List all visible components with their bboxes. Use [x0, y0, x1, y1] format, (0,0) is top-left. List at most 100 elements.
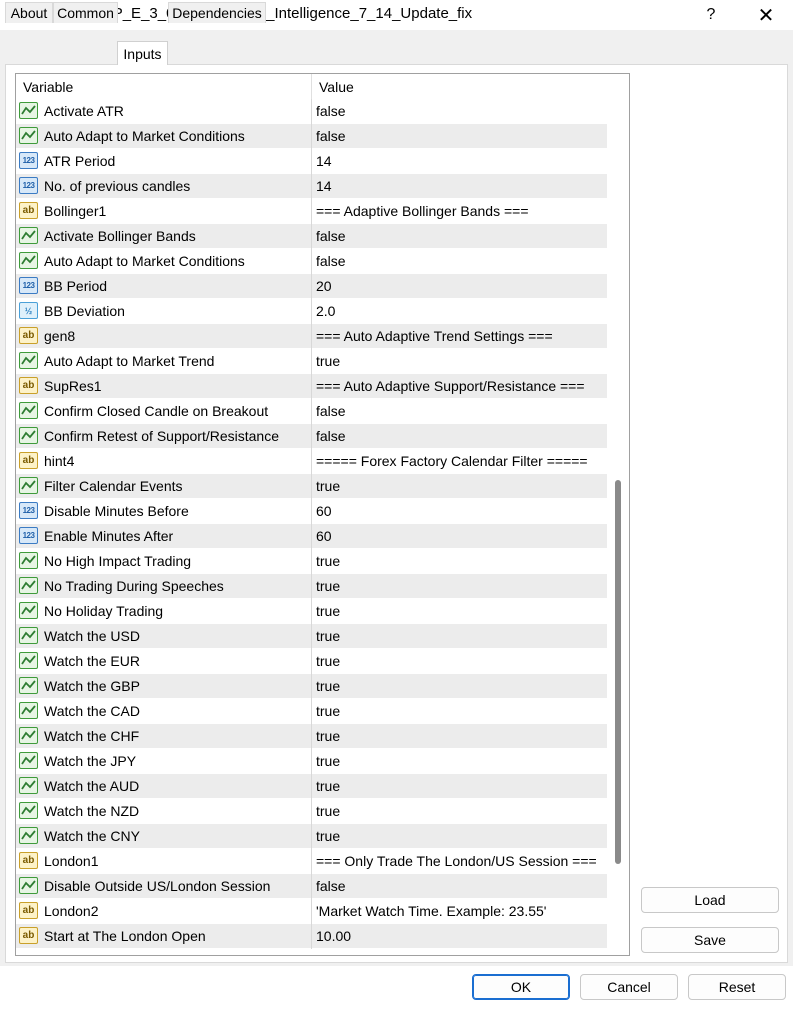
- integer-icon: 123: [19, 152, 38, 169]
- value-cell[interactable]: 60: [316, 499, 606, 523]
- value-cell[interactable]: false: [316, 874, 606, 898]
- table-row[interactable]: 123 Enable Minutes After 60: [16, 524, 608, 549]
- column-divider: [311, 574, 312, 599]
- table-row[interactable]: 123 No. of previous candles 14: [16, 174, 608, 199]
- table-row[interactable]: Watch the NZD true: [16, 799, 608, 824]
- value-cell[interactable]: false: [316, 224, 606, 248]
- table-row[interactable]: Watch the JPY true: [16, 749, 608, 774]
- value-cell[interactable]: 'Market Watch Time. Example: 23.55': [316, 899, 606, 923]
- table-row[interactable]: ab London2 'Market Watch Time. Example: 23…: [16, 899, 608, 924]
- value-cell[interactable]: === Auto Adaptive Trend Settings ===: [316, 324, 606, 348]
- reset-button[interactable]: Reset: [688, 974, 786, 1000]
- column-divider: [311, 699, 312, 724]
- value-cell[interactable]: 20: [316, 274, 606, 298]
- table-row[interactable]: 123 ATR Period 14: [16, 149, 608, 174]
- variable-cell: Watch the AUD: [44, 778, 140, 794]
- value-column-header[interactable]: Value: [312, 74, 608, 99]
- value-cell[interactable]: false: [316, 99, 606, 123]
- variable-cell: Activate ATR: [44, 103, 124, 119]
- value-cell[interactable]: true: [316, 349, 606, 373]
- table-row[interactable]: ab Start at The London Open 10.00: [16, 924, 608, 949]
- value-cell[interactable]: true: [316, 674, 606, 698]
- value-cell[interactable]: 2.0: [316, 299, 606, 323]
- column-divider: [311, 349, 312, 374]
- variable-cell: Watch the NZD: [44, 803, 140, 819]
- cancel-button[interactable]: Cancel: [580, 974, 678, 1000]
- value-cell[interactable]: true: [316, 699, 606, 723]
- value-cell[interactable]: true: [316, 824, 606, 848]
- table-row[interactable]: Watch the EUR true: [16, 649, 608, 674]
- variable-column-header[interactable]: Variable: [16, 74, 312, 99]
- table-row[interactable]: Watch the AUD true: [16, 774, 608, 799]
- value-cell[interactable]: === Only Trade The London/US Session ===: [316, 849, 606, 873]
- variable-cell: gen8: [44, 328, 76, 344]
- table-row[interactable]: Auto Adapt to Market Conditions false: [16, 249, 608, 274]
- value-cell[interactable]: 14: [316, 149, 606, 173]
- tab-about[interactable]: About: [5, 2, 53, 23]
- table-row[interactable]: No Trading During Speeches true: [16, 574, 608, 599]
- inputs-grid[interactable]: Variable Value Activate ATR false Auto Ada…: [15, 73, 630, 956]
- table-row[interactable]: Confirm Retest of Support/Resistance fals…: [16, 424, 608, 449]
- scrollbar-thumb[interactable]: [615, 480, 621, 864]
- variable-cell: Watch the CHF: [44, 728, 140, 744]
- value-cell[interactable]: true: [316, 774, 606, 798]
- integer-icon: 123: [19, 277, 38, 294]
- table-row[interactable]: ab SupRes1 === Auto Adaptive Support/Resis…: [16, 374, 608, 399]
- table-row[interactable]: Auto Adapt to Market Conditions false: [16, 124, 608, 149]
- value-cell[interactable]: === Adaptive Bollinger Bands ===: [316, 199, 606, 223]
- value-cell[interactable]: true: [316, 724, 606, 748]
- value-cell[interactable]: true: [316, 474, 606, 498]
- table-row[interactable]: Activate Bollinger Bands false: [16, 224, 608, 249]
- tab-dependencies[interactable]: Dependencies: [168, 2, 266, 23]
- table-row[interactable]: Filter Calendar Events true: [16, 474, 608, 499]
- tab-inputs[interactable]: Inputs: [117, 41, 168, 65]
- bool-icon: [19, 777, 38, 794]
- value-cell[interactable]: true: [316, 749, 606, 773]
- load-button[interactable]: Load: [641, 887, 779, 913]
- table-row[interactable]: No Holiday Trading true: [16, 599, 608, 624]
- table-row[interactable]: Watch the GBP true: [16, 674, 608, 699]
- value-cell[interactable]: === Auto Adaptive Support/Resistance ===: [316, 374, 606, 398]
- table-row[interactable]: Confirm Closed Candle on Breakout false: [16, 399, 608, 424]
- value-cell[interactable]: ===== Forex Factory Calendar Filter ====…: [316, 449, 606, 473]
- table-row[interactable]: Watch the USD true: [16, 624, 608, 649]
- table-row[interactable]: Watch the CNY true: [16, 824, 608, 849]
- value-cell[interactable]: true: [316, 549, 606, 573]
- string-icon: ab: [19, 327, 38, 344]
- column-divider: [311, 124, 312, 149]
- table-row[interactable]: No High Impact Trading true: [16, 549, 608, 574]
- value-cell[interactable]: 60: [316, 524, 606, 548]
- table-row[interactable]: Activate ATR false: [16, 99, 608, 124]
- table-row[interactable]: Watch the CAD true: [16, 699, 608, 724]
- table-row[interactable]: Auto Adapt to Market Trend true: [16, 349, 608, 374]
- table-row[interactable]: ½ BB Deviation 2.0: [16, 299, 608, 324]
- table-row[interactable]: ab hint4 ===== Forex Factory Calendar Filt…: [16, 449, 608, 474]
- bool-icon: [19, 602, 38, 619]
- table-row[interactable]: ab Bollinger1 === Adaptive Bollinger Bands…: [16, 199, 608, 224]
- value-cell[interactable]: true: [316, 624, 606, 648]
- tab-common[interactable]: Common: [53, 2, 118, 23]
- bool-icon: [19, 227, 38, 244]
- save-button[interactable]: Save: [641, 927, 779, 953]
- help-button[interactable]: ?: [688, 0, 734, 30]
- value-cell[interactable]: true: [316, 574, 606, 598]
- close-button[interactable]: ✕: [743, 0, 789, 30]
- table-row[interactable]: 123 Disable Minutes Before 60: [16, 499, 608, 524]
- value-cell[interactable]: 10.00: [316, 924, 606, 948]
- table-row[interactable]: 123 BB Period 20: [16, 274, 608, 299]
- bool-icon: [19, 427, 38, 444]
- ok-button[interactable]: OK: [472, 974, 570, 1000]
- value-cell[interactable]: true: [316, 599, 606, 623]
- table-row[interactable]: ab London1 === Only Trade The London/US Se…: [16, 849, 608, 874]
- value-cell[interactable]: true: [316, 799, 606, 823]
- value-cell[interactable]: true: [316, 649, 606, 673]
- value-cell[interactable]: false: [316, 249, 606, 273]
- table-row[interactable]: Watch the CHF true: [16, 724, 608, 749]
- value-cell[interactable]: 14: [316, 174, 606, 198]
- table-row[interactable]: ab gen8 === Auto Adaptive Trend Settings =…: [16, 324, 608, 349]
- value-cell[interactable]: false: [316, 124, 606, 148]
- value-cell[interactable]: false: [316, 424, 606, 448]
- table-row[interactable]: Disable Outside US/London Session false: [16, 874, 608, 899]
- value-cell[interactable]: false: [316, 399, 606, 423]
- variable-cell: Bollinger1: [44, 203, 107, 219]
